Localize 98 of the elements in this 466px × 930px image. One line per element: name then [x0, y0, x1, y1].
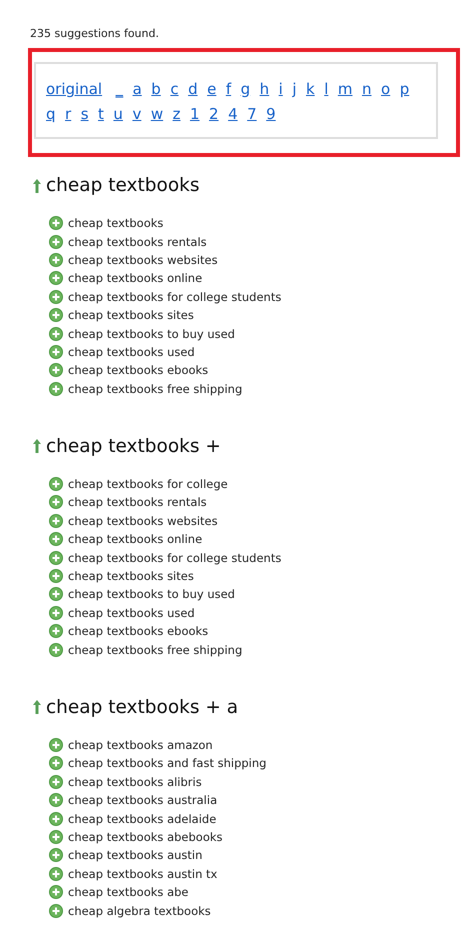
add-icon[interactable] — [49, 793, 63, 808]
add-icon[interactable] — [49, 290, 63, 304]
add-icon[interactable] — [49, 812, 63, 826]
index-link[interactable]: d — [188, 78, 198, 100]
index-link[interactable]: s — [80, 103, 89, 125]
index-link[interactable]: b — [151, 78, 161, 100]
add-icon[interactable] — [49, 756, 63, 770]
index-link[interactable]: c — [170, 78, 179, 100]
suggestion-text: cheap textbooks austin — [68, 848, 202, 862]
suggestion-text: cheap textbooks for college students — [68, 290, 282, 304]
suggestion-text: cheap textbooks amazon — [68, 738, 213, 752]
suggestion-text: cheap textbooks ebooks — [68, 624, 208, 638]
suggestion-text: cheap textbooks austin tx — [68, 866, 218, 881]
suggestion-text: cheap textbooks abebooks — [68, 830, 223, 844]
add-icon[interactable] — [49, 624, 63, 638]
suggestion-text: cheap textbooks rentals — [68, 495, 207, 510]
index-link[interactable]: original — [46, 78, 102, 100]
add-icon[interactable] — [49, 550, 63, 565]
section-heading: cheap textbooks + a — [46, 696, 238, 718]
up-arrow-icon — [33, 700, 41, 714]
index-link[interactable]: m — [338, 78, 352, 100]
add-icon[interactable] — [49, 606, 63, 620]
add-icon[interactable] — [49, 532, 63, 546]
suggestion-text: cheap textbooks free shipping — [68, 382, 242, 396]
suggestion-text: cheap textbooks alibris — [68, 774, 202, 789]
add-icon[interactable] — [49, 252, 63, 267]
suggestion-text: cheap textbooks free shipping — [68, 642, 242, 657]
index-link[interactable]: n — [362, 78, 372, 100]
suggestion-text: cheap textbooks to buy used — [68, 326, 235, 341]
add-icon[interactable] — [49, 477, 63, 492]
suggestion-text: cheap textbooks online — [68, 532, 202, 546]
suggestion-text: cheap textbooks abe — [68, 885, 188, 900]
up-arrow-icon — [33, 178, 41, 192]
index-link[interactable]: l — [324, 78, 328, 100]
suggestion-text: cheap textbooks to buy used — [68, 587, 235, 602]
add-icon[interactable] — [49, 382, 63, 396]
suggestion-text: cheap textbooks adelaide — [68, 812, 216, 826]
index-link[interactable]: 7 — [247, 103, 257, 125]
add-icon[interactable] — [49, 569, 63, 584]
index-link[interactable]: 2 — [209, 103, 219, 125]
suggestion-text: cheap textbooks websites — [68, 252, 218, 267]
index-link[interactable]: a — [132, 78, 142, 100]
add-icon[interactable] — [49, 904, 63, 918]
add-icon[interactable] — [49, 587, 63, 602]
index-link[interactable]: 1 — [190, 103, 200, 125]
add-icon[interactable] — [49, 848, 63, 862]
add-icon[interactable] — [49, 363, 63, 378]
suggestion-text: cheap textbooks ebooks — [68, 363, 208, 378]
add-icon[interactable] — [49, 885, 63, 900]
index-link[interactable]: e — [207, 78, 216, 100]
index-link[interactable]: t — [98, 103, 104, 125]
suggestion-text: cheap textbooks for college students — [68, 550, 282, 565]
index-link[interactable]: f — [226, 78, 232, 100]
suggestion-text: cheap textbooks — [68, 216, 164, 230]
index-link[interactable]: g — [240, 78, 250, 100]
index-link[interactable]: p — [400, 78, 410, 100]
suggestion-text: cheap textbooks online — [68, 271, 202, 286]
add-icon[interactable] — [49, 514, 63, 528]
suggestion-text: cheap textbooks sites — [68, 569, 194, 584]
index-link[interactable]: i — [278, 78, 283, 100]
add-icon[interactable] — [49, 774, 63, 789]
index-link[interactable]: _ — [116, 78, 124, 100]
index-link[interactable]: u — [113, 103, 123, 125]
index-link[interactable]: o — [381, 78, 390, 100]
section-heading: cheap textbooks — [46, 175, 200, 196]
index-link[interactable]: j — [292, 78, 296, 100]
suggestion-text: cheap textbooks for college — [68, 477, 228, 492]
section-heading: cheap textbooks + — [46, 436, 221, 457]
add-icon[interactable] — [49, 344, 63, 359]
add-icon[interactable] — [49, 738, 63, 752]
add-icon[interactable] — [49, 495, 63, 510]
add-icon[interactable] — [49, 308, 63, 322]
suggestion-text: cheap textbooks rentals — [68, 234, 207, 249]
suggestion-text: cheap textbooks used — [68, 344, 195, 359]
index-link[interactable]: k — [306, 78, 315, 100]
suggestion-text: cheap textbooks used — [68, 606, 195, 620]
suggestion-text: cheap textbooks and fast shipping — [68, 756, 266, 770]
add-icon[interactable] — [49, 234, 63, 249]
add-icon[interactable] — [49, 326, 63, 341]
index-link[interactable]: w — [150, 103, 164, 125]
add-icon[interactable] — [49, 216, 63, 230]
add-icon[interactable] — [49, 642, 63, 657]
index-link[interactable]: 9 — [266, 103, 276, 125]
index-link[interactable]: q — [46, 103, 56, 125]
index-link[interactable]: 4 — [228, 103, 238, 125]
index-link[interactable]: v — [132, 103, 142, 125]
results-count: 235 suggestions found. — [30, 27, 159, 40]
add-icon[interactable] — [49, 866, 63, 881]
index-link[interactable]: h — [260, 78, 270, 100]
add-icon[interactable] — [49, 271, 63, 286]
suggestion-text: cheap textbooks websites — [68, 514, 218, 528]
suggestion-text: cheap textbooks sites — [68, 308, 194, 322]
up-arrow-icon — [33, 439, 41, 454]
suggestion-text: cheap algebra textbooks — [68, 904, 211, 918]
suggestion-text: cheap textbooks australia — [68, 793, 218, 808]
index-link[interactable]: r — [65, 103, 72, 125]
add-icon[interactable] — [49, 830, 63, 844]
index-link[interactable]: z — [172, 103, 180, 125]
